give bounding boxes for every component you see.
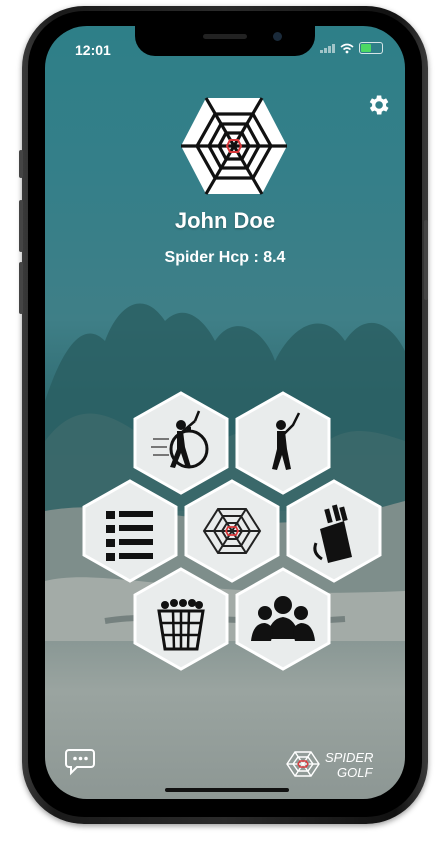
notch	[135, 26, 315, 56]
speaker	[203, 34, 247, 39]
volume-up-button	[19, 200, 23, 252]
mute-switch	[19, 150, 23, 178]
community-button[interactable]	[235, 567, 331, 671]
brand-line1: SPIDER	[325, 750, 373, 765]
handicap-label: Spider Hcp : 8.4	[164, 249, 286, 266]
brand-line2: GOLF	[337, 765, 373, 780]
power-button	[424, 220, 428, 300]
ball-basket-icon	[133, 567, 229, 671]
spider-golf-logo-mark: SPIDER GOLF	[286, 750, 373, 780]
home-indicator[interactable]	[165, 788, 289, 792]
volume-down-button	[19, 262, 23, 314]
status-icons	[320, 42, 383, 54]
battery-icon	[359, 42, 383, 54]
settings-gear-icon[interactable]	[365, 92, 391, 118]
signal-icon	[320, 43, 335, 53]
chat-icon[interactable]	[65, 746, 97, 776]
front-camera	[273, 32, 282, 41]
avatar[interactable]	[179, 96, 289, 196]
practice-range-button[interactable]	[133, 567, 229, 671]
status-time: 12:01	[75, 42, 111, 58]
user-name: John Doe	[174, 208, 276, 233]
spider-golf-logo: SPIDER GOLF	[285, 744, 395, 784]
app-screen: 12:01 John Doe Spider Hcp : 8.4 SPIDER G…	[45, 26, 405, 799]
wifi-icon	[340, 43, 354, 53]
group-icon	[235, 567, 331, 671]
